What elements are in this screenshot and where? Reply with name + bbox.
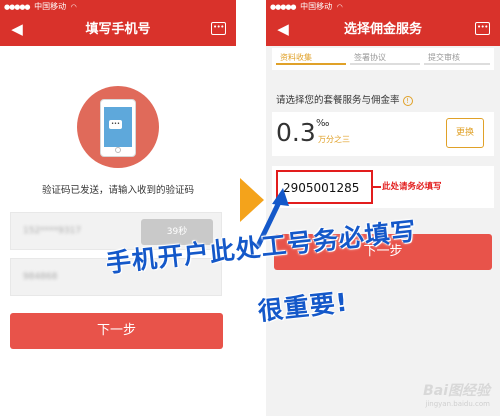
tab-info-collection[interactable]: 资料收集 [280,52,312,63]
wifi-icon: ◠ [70,3,77,11]
verification-code-value: 984868 [23,272,58,282]
tab-indicator [424,63,490,65]
home-button-icon [115,147,121,153]
watermark-text: Bai图经验 [423,383,490,399]
phone-illustration: ••• [77,86,159,168]
employee-number-note: 此处请务必填写 [382,182,442,192]
chat-bubble-icon[interactable]: ••• [211,22,226,35]
signal-icon: ●●●●● [270,3,297,11]
watermark-subtext: jingyan.baidu.com [425,400,490,408]
page-title: 填写手机号 [85,22,151,37]
change-button[interactable]: 更换 [446,118,484,148]
info-icon[interactable]: ! [402,96,413,106]
status-bar: ●●●●● 中国移动 ◠ [0,0,236,13]
watermark-logo: Bai图经验 jingyan.baidu.com [423,380,490,408]
package-prompt: 请选择您的套餐服务与佣金率! [276,92,413,106]
wifi-icon: ◠ [336,3,343,11]
tab-indicator-active [276,63,346,65]
tab-indicator [350,63,420,65]
code-sent-text: 验证码已发送，请输入收到的验证码 [41,185,194,196]
status-bar: ●●●●● 中国移动 ◠ [266,0,500,13]
employee-number-input[interactable]: 2905001285 [276,170,373,204]
right-phone-screen: ●●●●● 中国移动 ◠ ◀ 选择佣金服务 ••• 资料收集 签署协议 提交审核… [266,0,500,416]
left-phone-screen: ●●●●● 中国移动 ◠ ◀ 填写手机号 ••• ••• 验证码已发送，请输入收… [0,0,236,416]
rate-unit: 万分之三 [318,135,350,144]
screenshot-stage: ●●●●● 中国移动 ◠ ◀ 填写手机号 ••• ••• 验证码已发送，请输入收… [0,0,500,416]
page-title: 选择佣金服务 [343,22,422,37]
title-bar: ◀ 选择佣金服务 ••• [266,13,500,46]
smartphone-icon: ••• [100,99,136,157]
phone-number-value: 152****9317 [23,226,82,236]
prompt-text: 请选择您的套餐服务与佣金率 [276,95,400,106]
rate-value: 0.3 [276,118,316,147]
carrier-label: 中国移动 [34,2,67,11]
commission-rate-card: 0.3 ‰ 万分之三 更换 [272,112,494,156]
tab-sign-agreement[interactable]: 签署协议 [354,52,386,63]
title-bar: ◀ 填写手机号 ••• [0,13,236,46]
chat-bubble-icon[interactable]: ••• [475,22,490,35]
next-step-button[interactable]: 下一步 [10,313,223,349]
callout-line [373,186,381,188]
arrow-right-icon [240,178,264,222]
left-body: ••• 验证码已发送，请输入收到的验证码 152****9317 39秒 984… [0,46,236,416]
tab-submit-review[interactable]: 提交审核 [428,52,460,63]
carrier-label: 中国移动 [300,2,333,11]
per-mille-symbol: ‰ [316,118,330,129]
signal-icon: ●●●●● [4,3,31,11]
employee-number-value: 2905001285 [283,181,360,195]
employee-number-row: 2905001285 此处请务必填写 [272,166,494,208]
message-bubble-icon: ••• [109,120,122,129]
progress-tabs: 资料收集 签署协议 提交审核 [272,48,494,70]
